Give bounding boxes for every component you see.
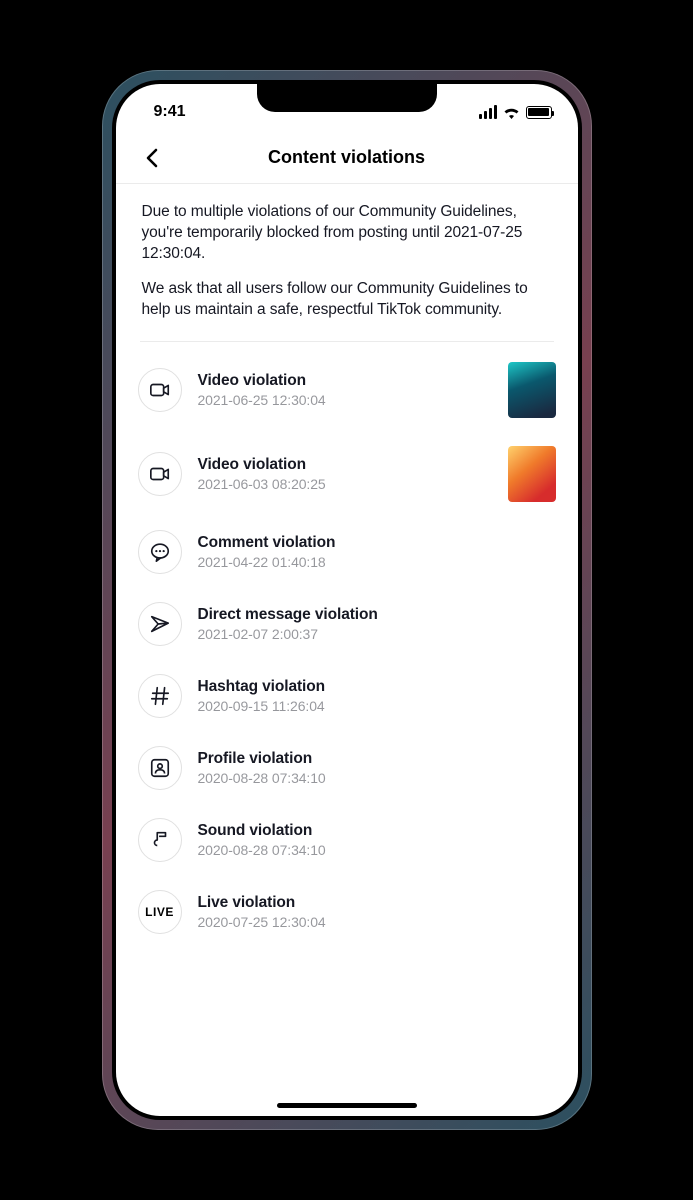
hashtag-icon <box>138 674 182 718</box>
violation-date: 2020-09-15 11:26:04 <box>198 698 556 714</box>
content-scroll[interactable]: Due to multiple violations of our Commun… <box>116 184 578 1116</box>
violation-item[interactable]: LIVE Live violation 2020-07-25 12:30:04 <box>138 876 556 948</box>
violation-thumbnail <box>508 446 556 502</box>
notice-block: Due to multiple violations of our Commun… <box>138 184 556 321</box>
violation-text: Comment violation 2021-04-22 01:40:18 <box>198 534 556 570</box>
violation-title: Live violation <box>198 894 556 912</box>
violation-item[interactable]: Profile violation 2020-08-28 07:34:10 <box>138 732 556 804</box>
violation-date: 2021-02-07 2:00:37 <box>198 626 556 642</box>
screen: 9:41 Content violations <box>116 84 578 1116</box>
violation-title: Hashtag violation <box>198 678 556 696</box>
violation-item[interactable]: Hashtag violation 2020-09-15 11:26:04 <box>138 660 556 732</box>
home-indicator[interactable] <box>277 1103 417 1108</box>
violation-item[interactable]: Video violation 2021-06-25 12:30:04 <box>138 348 556 432</box>
violation-item[interactable]: Comment violation 2021-04-22 01:40:18 <box>138 516 556 588</box>
live-icon: LIVE <box>138 890 182 934</box>
cellular-signal-icon <box>479 105 497 119</box>
sound-icon <box>138 818 182 862</box>
violation-text: Direct message violation 2021-02-07 2:00:… <box>198 606 556 642</box>
video-icon <box>138 452 182 496</box>
violation-text: Profile violation 2020-08-28 07:34:10 <box>198 750 556 786</box>
violation-title: Profile violation <box>198 750 556 768</box>
notice-paragraph-2: We ask that all users follow our Communi… <box>142 279 552 321</box>
violation-date: 2021-06-03 08:20:25 <box>198 476 492 492</box>
status-time: 9:41 <box>154 103 186 121</box>
violation-item[interactable]: Direct message violation 2021-02-07 2:00:… <box>138 588 556 660</box>
violation-title: Video violation <box>198 372 492 390</box>
comment-icon <box>138 530 182 574</box>
violation-item[interactable]: Video violation 2021-06-03 08:20:25 <box>138 432 556 516</box>
notch <box>257 84 437 112</box>
violation-date: 2020-08-28 07:34:10 <box>198 842 556 858</box>
violation-date: 2021-06-25 12:30:04 <box>198 392 492 408</box>
violation-date: 2020-07-25 12:30:04 <box>198 914 556 930</box>
profile-icon <box>138 746 182 790</box>
violation-title: Comment violation <box>198 534 556 552</box>
phone-frame: 9:41 Content violations <box>102 70 592 1130</box>
violation-text: Sound violation 2020-08-28 07:34:10 <box>198 822 556 858</box>
violation-text: Hashtag violation 2020-09-15 11:26:04 <box>198 678 556 714</box>
page-title: Content violations <box>116 147 578 168</box>
violation-text: Video violation 2021-06-03 08:20:25 <box>198 456 492 492</box>
violation-date: 2021-04-22 01:40:18 <box>198 554 556 570</box>
violation-title: Video violation <box>198 456 492 474</box>
notice-paragraph-1: Due to multiple violations of our Commun… <box>142 202 552 265</box>
send-icon <box>138 602 182 646</box>
battery-icon <box>526 106 552 119</box>
violation-list: Video violation2021-06-25 12:30:04Video … <box>138 348 556 948</box>
video-icon <box>138 368 182 412</box>
chevron-left-icon <box>145 148 159 168</box>
violation-date: 2020-08-28 07:34:10 <box>198 770 556 786</box>
violation-text: Video violation 2021-06-25 12:30:04 <box>198 372 492 408</box>
phone-bezel: 9:41 Content violations <box>112 80 582 1120</box>
violation-thumbnail <box>508 362 556 418</box>
violation-title: Sound violation <box>198 822 556 840</box>
status-icons <box>479 105 552 119</box>
wifi-icon <box>503 106 520 119</box>
divider <box>140 341 554 342</box>
violation-title: Direct message violation <box>198 606 556 624</box>
violation-item[interactable]: Sound violation 2020-08-28 07:34:10 <box>138 804 556 876</box>
violation-text: Live violation 2020-07-25 12:30:04 <box>198 894 556 930</box>
back-button[interactable] <box>134 140 170 176</box>
navigation-bar: Content violations <box>116 132 578 184</box>
